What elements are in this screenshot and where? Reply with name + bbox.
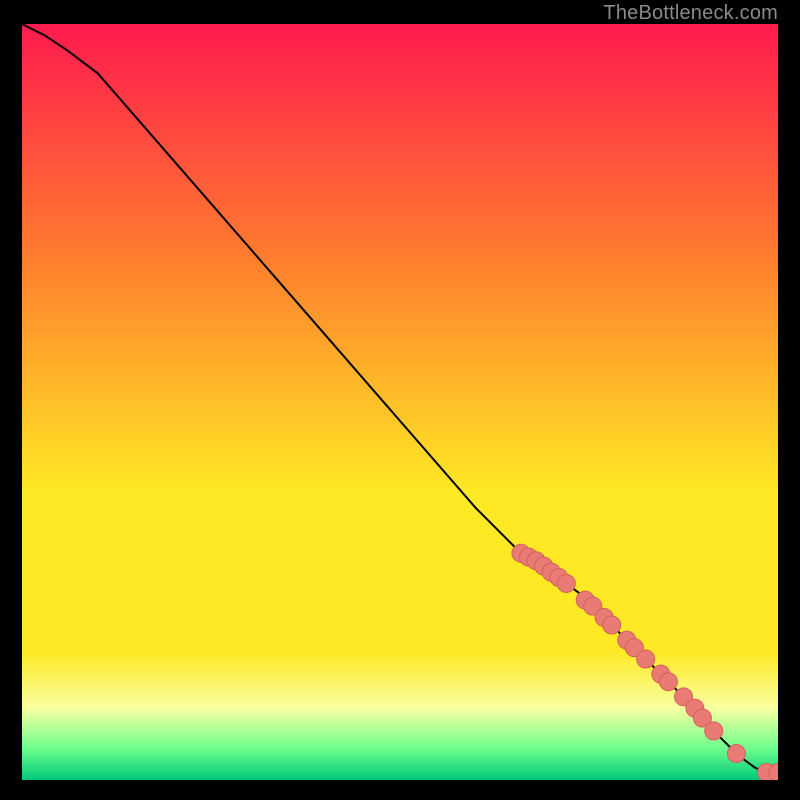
chart-frame: TheBottleneck.com bbox=[0, 0, 800, 800]
data-marker bbox=[727, 745, 745, 763]
data-marker bbox=[637, 650, 655, 668]
data-marker bbox=[557, 574, 575, 592]
data-marker bbox=[659, 673, 677, 691]
bottleneck-chart bbox=[22, 24, 778, 780]
data-marker bbox=[603, 616, 621, 634]
attribution-label: TheBottleneck.com bbox=[603, 2, 778, 25]
data-marker bbox=[705, 722, 723, 740]
